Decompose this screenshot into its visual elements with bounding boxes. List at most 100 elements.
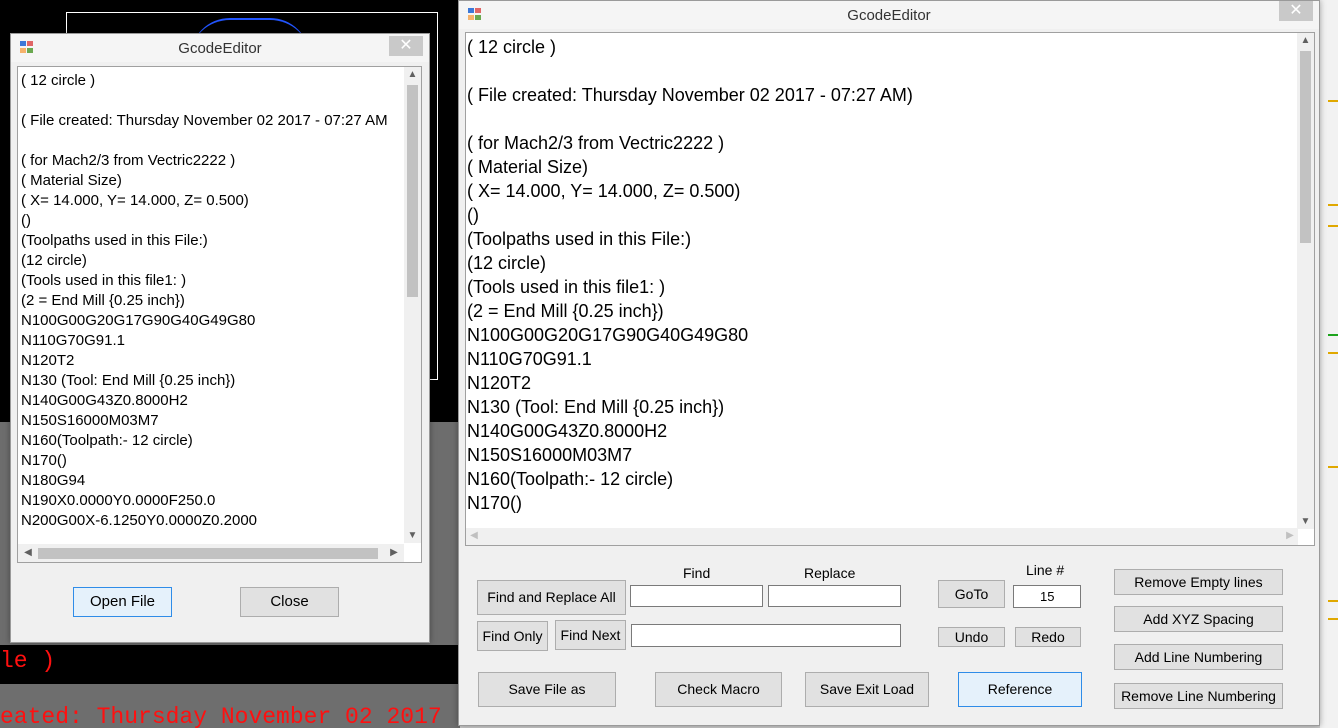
gcode-text-area[interactable]: ( 12 circle ) ( File created: Thursday N… bbox=[465, 32, 1315, 546]
gcode-line: N120T2 bbox=[467, 373, 532, 393]
gcode-line: N130 (Tool: End Mill {0.25 inch}) bbox=[467, 397, 725, 417]
redo-button[interactable]: Redo bbox=[1015, 627, 1081, 647]
undo-button[interactable]: Undo bbox=[938, 627, 1005, 647]
gcode-line: N160(Toolpath:- 12 circle) bbox=[21, 432, 193, 449]
gcode-line: N150S16000M03M7 bbox=[21, 412, 159, 429]
vertical-scrollbar[interactable]: ▲ ▼ bbox=[404, 67, 421, 543]
gcode-line: ( 12 circle ) bbox=[21, 72, 96, 89]
main-window-titlebar[interactable]: GcodeEditor ✕ bbox=[459, 1, 1319, 29]
find-only-button[interactable]: Find Only bbox=[477, 621, 548, 651]
gcode-line bbox=[467, 59, 1297, 83]
gcode-line: ( Material Size) bbox=[467, 157, 589, 177]
background-mark bbox=[1328, 334, 1338, 336]
scroll-thumb[interactable] bbox=[407, 85, 418, 297]
gcode-line: () bbox=[467, 205, 479, 225]
close-button[interactable]: Close bbox=[240, 587, 339, 617]
scroll-left-icon[interactable]: ◀ bbox=[22, 547, 34, 558]
background-mark bbox=[1328, 466, 1338, 468]
background-mark bbox=[1328, 618, 1338, 620]
line-number-input[interactable]: 15 bbox=[1013, 585, 1081, 608]
gcode-line: (12 circle) bbox=[21, 252, 87, 269]
scroll-left-icon[interactable]: ◀ bbox=[468, 530, 480, 541]
gcode-line: N160(Toolpath:- 12 circle) bbox=[467, 469, 674, 489]
scroll-down-icon[interactable]: ▼ bbox=[404, 530, 421, 541]
gcode-line: ( 12 circle ) bbox=[467, 37, 557, 57]
gcode-line: N190X0.0000Y0.0000F250.0 bbox=[21, 492, 216, 509]
scroll-up-icon[interactable]: ▲ bbox=[1297, 35, 1314, 46]
gcode-line: (Tools used in this file1: ) bbox=[21, 272, 187, 289]
gcode-line: ( for Mach2/3 from Vectric2222 ) bbox=[467, 133, 725, 153]
gcode-line: N110G70G91.1 bbox=[21, 332, 125, 349]
gcode-line: (2 = End Mill {0.25 inch}) bbox=[21, 292, 185, 309]
gcode-line: (2 = End Mill {0.25 inch}) bbox=[467, 301, 664, 321]
scroll-down-icon[interactable]: ▼ bbox=[1297, 516, 1314, 527]
gcode-line bbox=[21, 131, 403, 151]
gcode-line: N150S16000M03M7 bbox=[467, 445, 633, 465]
gcode-line bbox=[467, 107, 1297, 131]
gcode-line: ( File created: Thursday November 02 201… bbox=[467, 85, 913, 105]
save-file-as-button[interactable]: Save File as bbox=[478, 672, 616, 707]
horizontal-scrollbar[interactable]: ◀ ▶ bbox=[466, 528, 1298, 545]
background-mark bbox=[1328, 100, 1338, 102]
goto-button[interactable]: GoTo bbox=[938, 580, 1005, 608]
find-label: Find bbox=[683, 565, 711, 581]
line-number-label: Line # bbox=[1026, 562, 1065, 578]
gcode-text-area[interactable]: ( 12 circle ) ( File created: Thursday N… bbox=[17, 66, 422, 563]
gcode-line: N180G94 bbox=[21, 472, 86, 489]
gcode-line: (Toolpaths used in this File:) bbox=[467, 229, 692, 249]
background-mark bbox=[1328, 352, 1338, 354]
find-next-button[interactable]: Find Next bbox=[555, 620, 626, 650]
gcode-line: (Toolpaths used in this File:) bbox=[21, 232, 208, 249]
background-red-text: eated: Thursday November 02 2017 bbox=[0, 704, 442, 728]
check-macro-button[interactable]: Check Macro bbox=[655, 672, 782, 707]
main-editor-window: GcodeEditor ✕ ( 12 circle ) ( File creat… bbox=[458, 0, 1320, 726]
close-window-button[interactable]: ✕ bbox=[389, 36, 423, 56]
find-input[interactable] bbox=[630, 585, 763, 607]
window-title: GcodeEditor bbox=[847, 7, 931, 24]
gcode-line: ( Material Size) bbox=[21, 172, 122, 189]
add-line-numbering-button[interactable]: Add Line Numbering bbox=[1114, 644, 1283, 670]
gcode-line: N130 (Tool: End Mill {0.25 inch}) bbox=[21, 372, 236, 389]
background-mark bbox=[1328, 600, 1338, 602]
vertical-scrollbar[interactable]: ▲ ▼ bbox=[1297, 33, 1314, 529]
background-black-strip bbox=[0, 645, 460, 685]
replace-input[interactable] bbox=[768, 585, 901, 607]
gcode-line: N110G70G91.1 bbox=[467, 349, 592, 369]
gcode-line: N120T2 bbox=[21, 352, 75, 369]
gcode-line: N100G00G20G17G90G40G49G80 bbox=[467, 325, 749, 345]
open-file-button[interactable]: Open File bbox=[73, 587, 172, 617]
small-editor-window: GcodeEditor ✕ ( 12 circle ) ( File creat… bbox=[10, 33, 430, 643]
gcode-line: ( X= 14.000, Y= 14.000, Z= 0.500) bbox=[467, 181, 741, 201]
reference-button[interactable]: Reference bbox=[958, 672, 1082, 707]
scroll-thumb[interactable] bbox=[1300, 51, 1311, 243]
scroll-up-icon[interactable]: ▲ bbox=[404, 69, 421, 80]
find-and-replace-all-button[interactable]: Find and Replace All bbox=[477, 580, 626, 615]
horizontal-scrollbar[interactable]: ◀ ▶ bbox=[18, 544, 404, 562]
gcode-line: N170() bbox=[467, 493, 523, 513]
gcode-line: () bbox=[21, 212, 31, 229]
gcode-line: N100G00G20G17G90G40G49G80 bbox=[21, 312, 256, 329]
window-title: GcodeEditor bbox=[178, 40, 262, 57]
background-red-text: le ) bbox=[0, 648, 56, 674]
small-window-titlebar[interactable]: GcodeEditor ✕ bbox=[11, 34, 429, 62]
save-exit-load-button[interactable]: Save Exit Load bbox=[805, 672, 929, 707]
gcode-line: N170() bbox=[21, 452, 67, 469]
remove-empty-lines-button[interactable]: Remove Empty lines bbox=[1114, 569, 1283, 595]
replace-label: Replace bbox=[804, 565, 856, 581]
gcode-line bbox=[21, 91, 403, 111]
scroll-thumb[interactable] bbox=[38, 548, 378, 559]
gcode-line: ( for Mach2/3 from Vectric2222 ) bbox=[21, 152, 236, 169]
scroll-right-icon[interactable]: ▶ bbox=[388, 547, 400, 558]
gcode-line: N140G00G43Z0.8000H2 bbox=[21, 392, 188, 409]
remove-line-numbering-button[interactable]: Remove Line Numbering bbox=[1114, 683, 1283, 709]
gcode-line: ( File created: Thursday November 02 201… bbox=[21, 112, 388, 129]
gcode-line: ( X= 14.000, Y= 14.000, Z= 0.500) bbox=[21, 192, 249, 209]
find-next-input[interactable] bbox=[631, 624, 901, 647]
add-xyz-spacing-button[interactable]: Add XYZ Spacing bbox=[1114, 606, 1283, 632]
close-window-button[interactable]: ✕ bbox=[1279, 1, 1313, 21]
gcode-line: N200G00X-6.1250Y0.0000Z0.2000 bbox=[21, 512, 258, 529]
gcode-line: (12 circle) bbox=[467, 253, 547, 273]
gcode-line: N140G00G43Z0.8000H2 bbox=[467, 421, 668, 441]
scroll-right-icon[interactable]: ▶ bbox=[1284, 530, 1296, 541]
background-mark bbox=[1328, 225, 1338, 227]
